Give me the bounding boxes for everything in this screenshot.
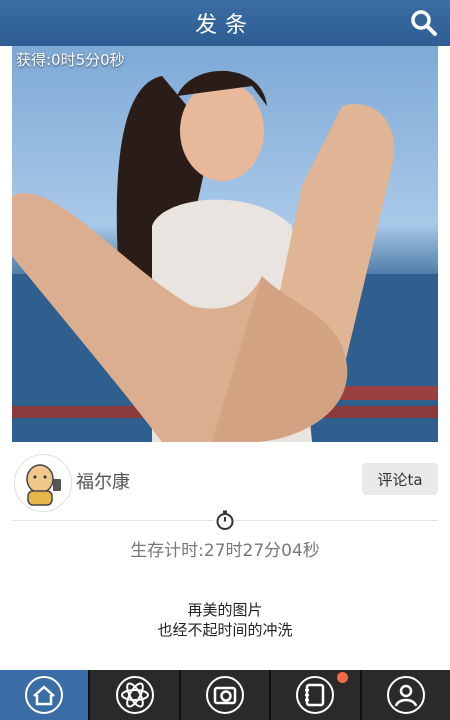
atom-icon xyxy=(115,676,154,714)
post-author-row: 福尔康 评论ta xyxy=(12,452,438,512)
tab-profile[interactable] xyxy=(359,670,450,720)
caption-line: 也经不起时间的冲洗 xyxy=(157,621,293,639)
post-photo[interactable]: 获得:0时5分0秒 xyxy=(12,46,438,442)
notification-badge xyxy=(336,672,348,683)
home-icon xyxy=(25,676,64,714)
notebook-icon xyxy=(296,676,335,714)
app-header: 发条 xyxy=(0,0,450,46)
post-caption: 再美的图片 也经不起时间的冲洗 xyxy=(0,600,450,640)
stopwatch-icon xyxy=(214,509,236,531)
bottom-tab-bar xyxy=(0,670,450,720)
tab-camera[interactable] xyxy=(178,670,270,720)
reward-timer: 获得:0时5分0秒 xyxy=(16,51,125,69)
profile-icon xyxy=(386,676,425,714)
comment-button[interactable]: 评论ta xyxy=(362,463,438,495)
survival-timer: 生存计时:27时27分04秒 xyxy=(130,541,320,561)
tab-notebook[interactable] xyxy=(269,670,360,720)
tab-home[interactable] xyxy=(0,670,89,720)
tab-discover[interactable] xyxy=(88,670,179,720)
avatar[interactable] xyxy=(14,454,72,512)
caption-line: 再美的图片 xyxy=(187,601,263,619)
author-name[interactable]: 福尔康 xyxy=(76,468,130,494)
photo-illustration xyxy=(12,70,438,442)
search-icon[interactable] xyxy=(410,9,438,37)
camera-icon xyxy=(206,676,245,714)
page-title: 发条 xyxy=(194,13,255,38)
